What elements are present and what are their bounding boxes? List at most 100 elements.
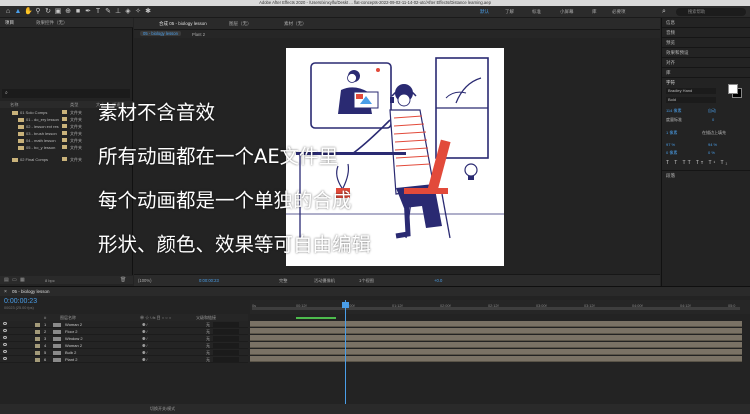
panel-paragraph[interactable]: 段落 bbox=[666, 173, 675, 179]
visibility-eye-icon[interactable] bbox=[3, 350, 7, 353]
camera-select[interactable]: 活动摄像机 bbox=[314, 278, 335, 284]
rotate-tool-icon[interactable]: ↻ bbox=[44, 8, 52, 16]
font-family-select[interactable]: Bradley Hand bbox=[666, 88, 716, 94]
label-color[interactable] bbox=[35, 350, 40, 355]
resolution-select[interactable]: 完整 bbox=[279, 278, 287, 284]
hand-tool-icon[interactable]: ✋ bbox=[24, 8, 33, 16]
type-tool-icon[interactable]: T bbox=[94, 8, 102, 16]
visibility-eye-icon[interactable] bbox=[3, 343, 7, 346]
magnification-select[interactable]: (100%) bbox=[138, 278, 152, 283]
fill-color-swatch[interactable] bbox=[728, 84, 738, 94]
font-size-value[interactable]: 114 像素 bbox=[666, 108, 682, 114]
workspace-small-screen[interactable]: 小屏幕 bbox=[560, 9, 574, 15]
layer-name[interactable]: Woman 2 bbox=[65, 322, 82, 327]
panel-preview[interactable]: 预览 bbox=[666, 40, 675, 46]
tab-project[interactable]: 项目 bbox=[5, 20, 14, 26]
work-area-bar[interactable] bbox=[252, 307, 740, 310]
tab-timeline-comp[interactable]: 05 - biology lesson bbox=[12, 289, 50, 294]
column-number[interactable]: # bbox=[44, 315, 46, 320]
vertical-scale-value[interactable]: 97 % bbox=[666, 142, 675, 147]
workspace-standard[interactable]: 标准 bbox=[532, 9, 541, 15]
exposure-value[interactable]: +0.0 bbox=[434, 278, 442, 283]
pen-tool-icon[interactable]: ✒ bbox=[84, 8, 92, 16]
stroke-width-value[interactable]: 1 像素 bbox=[666, 130, 677, 136]
panel-effects-presets[interactable]: 效果和预设 bbox=[666, 50, 689, 56]
switches[interactable]: ⚉ ⁄ bbox=[142, 357, 147, 362]
new-folder-icon[interactable]: ▭ bbox=[12, 277, 17, 283]
workspace-learn[interactable]: 了解 bbox=[505, 9, 514, 15]
label-color[interactable] bbox=[35, 343, 40, 348]
interpret-footage-icon[interactable]: ▤ bbox=[4, 277, 9, 283]
views-select[interactable]: 1个视图 bbox=[359, 278, 374, 284]
layer-name[interactable]: Floor 2 bbox=[65, 329, 77, 334]
parent-select[interactable]: 无 bbox=[206, 357, 210, 363]
brush-tool-icon[interactable]: ✎ bbox=[104, 8, 112, 16]
layer-name[interactable]: Plant 2 bbox=[65, 357, 77, 362]
table-row[interactable]: 5 Bulb 2 ⚉ ⁄ 无 bbox=[0, 349, 248, 356]
tab-footage[interactable]: 素材（无） bbox=[284, 21, 307, 27]
column-type[interactable]: 类型 bbox=[70, 102, 78, 108]
table-row[interactable]: 2 Floor 2 ⚉ ⁄ 无 bbox=[0, 328, 248, 335]
baseline-shift-value[interactable]: 0 像素 bbox=[666, 150, 677, 156]
timeline-current-time[interactable]: 0:00:00:23 bbox=[4, 298, 37, 305]
workspace-libraries[interactable]: 库 bbox=[592, 9, 597, 15]
rectangle-tool-icon[interactable]: ■ bbox=[74, 8, 82, 16]
camera-tool-icon[interactable]: ▣ bbox=[54, 8, 62, 16]
puppet-tool-icon[interactable]: ✱ bbox=[144, 8, 152, 16]
search-help-input[interactable]: 搜索帮助 bbox=[676, 8, 746, 16]
eraser-tool-icon[interactable]: ◈ bbox=[124, 8, 132, 16]
new-comp-icon[interactable]: ▦ bbox=[20, 277, 25, 283]
horizontal-scale-value[interactable]: 94 % bbox=[708, 142, 717, 147]
layer-duration-bar[interactable] bbox=[250, 328, 742, 334]
playhead-line[interactable] bbox=[345, 300, 346, 404]
trash-icon[interactable]: 🗑 bbox=[120, 277, 126, 283]
roto-brush-tool-icon[interactable]: ✧ bbox=[134, 8, 142, 16]
label-color[interactable] bbox=[35, 336, 40, 341]
column-name[interactable]: 名称 bbox=[10, 102, 18, 108]
tab-composition[interactable]: 合成 05 - biology lesson bbox=[159, 21, 207, 27]
label-color[interactable] bbox=[35, 322, 40, 327]
label-color[interactable] bbox=[35, 329, 40, 334]
current-time-display[interactable]: 0:00:00:23 bbox=[199, 278, 219, 283]
toggle-switches-modes[interactable]: 切换开关/模式 bbox=[150, 406, 175, 412]
selection-tool-icon[interactable]: ▲ bbox=[14, 8, 22, 16]
panel-align[interactable]: 对齐 bbox=[666, 60, 675, 66]
leading-value[interactable]: 自动 bbox=[708, 108, 716, 114]
zoom-tool-icon[interactable]: ⚲ bbox=[34, 8, 42, 16]
label-color[interactable] bbox=[35, 357, 40, 362]
workspace-default[interactable]: 默认 bbox=[480, 9, 489, 15]
tsume-value[interactable]: 0 % bbox=[708, 150, 715, 155]
table-row[interactable]: 1 Woman 2 ⚉ ⁄ 无 bbox=[0, 321, 248, 328]
search-icon[interactable]: ⌕ bbox=[660, 8, 668, 16]
layer-duration-bar[interactable] bbox=[250, 342, 742, 348]
layer-duration-bar[interactable] bbox=[250, 335, 742, 341]
panel-libraries[interactable]: 库 bbox=[666, 70, 671, 76]
layer-duration-bar[interactable] bbox=[250, 349, 742, 355]
tab-effect-controls[interactable]: 效果控件（无） bbox=[36, 20, 68, 26]
visibility-eye-icon[interactable] bbox=[3, 329, 7, 332]
workspace-essentials[interactable]: 必要项 bbox=[612, 9, 626, 15]
switches[interactable]: ⚉ ⁄ bbox=[142, 350, 147, 355]
switches[interactable]: ⚉ ⁄ bbox=[142, 329, 147, 334]
breadcrumb-layer[interactable]: Plant 2 bbox=[192, 32, 205, 37]
table-row[interactable]: 4 Woman 2 ⚉ ⁄ 无 bbox=[0, 342, 248, 349]
visibility-eye-icon[interactable] bbox=[3, 357, 7, 360]
layer-name[interactable]: Bulb 2 bbox=[65, 350, 76, 355]
layer-name[interactable]: Window 2 bbox=[65, 336, 83, 341]
home-icon[interactable]: ⌂ bbox=[4, 8, 12, 16]
switches[interactable]: ⚉ ⁄ bbox=[142, 336, 147, 341]
pan-behind-tool-icon[interactable]: ⊕ bbox=[64, 8, 72, 16]
switches[interactable]: ⚉ ⁄ bbox=[142, 322, 147, 327]
bit-depth[interactable]: 8 bpc bbox=[45, 278, 55, 283]
text-style-buttons[interactable]: T T TT Tᴛ T¹ T₁ bbox=[666, 160, 729, 166]
layer-name[interactable]: Woman 2 bbox=[65, 343, 82, 348]
layer-duration-bar[interactable] bbox=[250, 356, 742, 362]
panel-character[interactable]: 字符 bbox=[666, 80, 675, 86]
tab-layer[interactable]: 图层（无） bbox=[229, 21, 252, 27]
close-icon[interactable]: × bbox=[4, 289, 7, 295]
clone-stamp-tool-icon[interactable]: ⊥ bbox=[114, 8, 122, 16]
layer-duration-bar[interactable] bbox=[250, 321, 742, 327]
kerning-value[interactable]: 度量标准 bbox=[666, 117, 682, 123]
switches[interactable]: ⚉ ⁄ bbox=[142, 343, 147, 348]
panel-info[interactable]: 信息 bbox=[666, 20, 675, 26]
